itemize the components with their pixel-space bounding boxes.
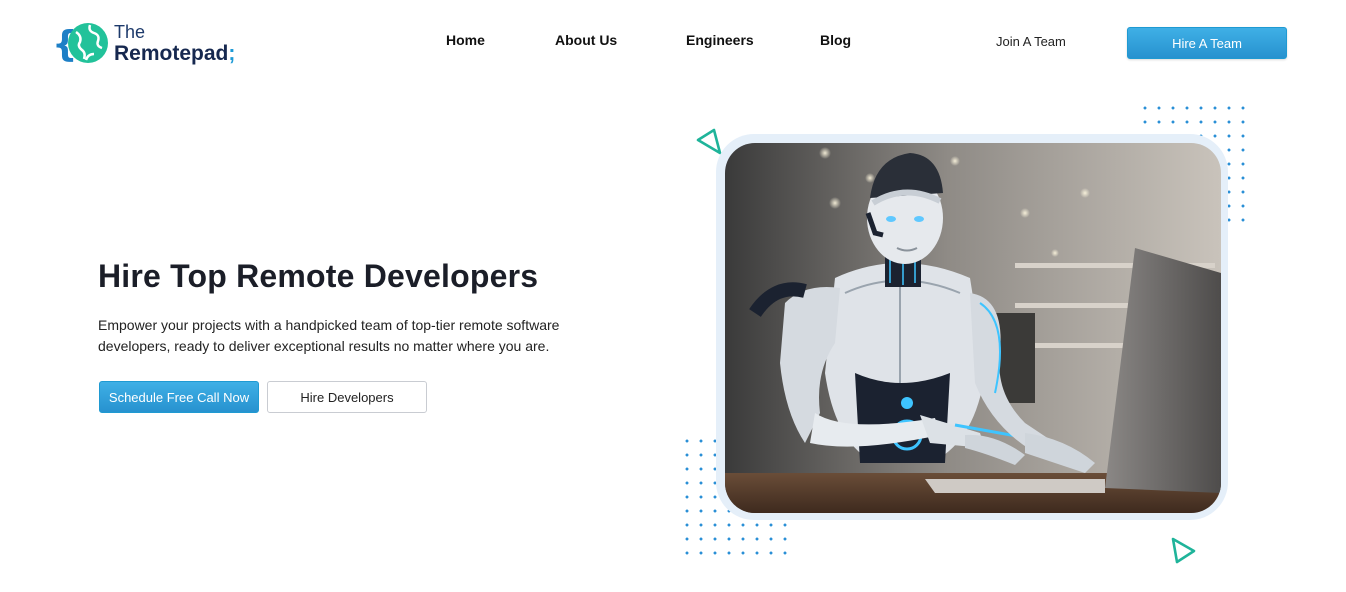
join-a-team-link[interactable]: Join A Team xyxy=(996,34,1066,49)
hero-subtitle: Empower your projects with a handpicked … xyxy=(98,317,560,354)
nav-home-link[interactable]: Home xyxy=(446,32,485,48)
hero-title: Hire Top Remote Developers xyxy=(98,258,539,294)
page: { The Remotepad; Home About Us Engineers… xyxy=(0,0,1346,592)
nav-about-link[interactable]: About Us xyxy=(555,32,617,48)
robot-at-laptop-image xyxy=(725,143,1221,513)
hire-developers-button[interactable]: Hire Developers xyxy=(267,381,427,413)
nav-engineers-link[interactable]: Engineers xyxy=(686,32,754,48)
triangle-outline-icon xyxy=(696,128,722,155)
triangle-outline-icon xyxy=(1171,537,1196,564)
nav-blog-link[interactable]: Blog xyxy=(820,32,851,48)
schedule-call-button[interactable]: Schedule Free Call Now xyxy=(99,381,259,413)
hire-a-team-button[interactable]: Hire A Team xyxy=(1127,27,1287,59)
